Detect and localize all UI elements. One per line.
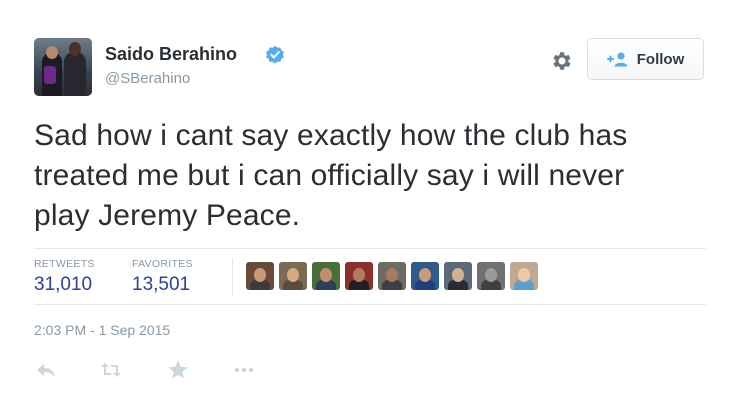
favorites-count[interactable]: 13,501 bbox=[132, 274, 190, 296]
favoriter-avatar[interactable] bbox=[378, 262, 406, 290]
favoriter-avatar[interactable] bbox=[279, 262, 307, 290]
follow-person-icon bbox=[606, 52, 628, 67]
tweet-timestamp[interactable]: 2:03 PM - 1 Sep 2015 bbox=[34, 322, 170, 338]
favoriter-avatar[interactable] bbox=[444, 262, 472, 290]
retweets-count[interactable]: 31,010 bbox=[34, 274, 92, 296]
favoriter-avatars bbox=[246, 262, 538, 292]
favoriter-avatar[interactable] bbox=[477, 262, 505, 290]
favoriter-avatar[interactable] bbox=[312, 262, 340, 290]
favorites-label[interactable]: FAVORITES bbox=[132, 258, 193, 270]
retweets-label[interactable]: RETWEETS bbox=[34, 258, 95, 270]
favorite-star-icon[interactable] bbox=[166, 358, 190, 382]
verified-badge-icon bbox=[266, 45, 284, 64]
divider-top bbox=[34, 248, 706, 249]
divider-bottom bbox=[34, 304, 706, 305]
reply-icon[interactable] bbox=[34, 358, 58, 382]
tweet-line: treated me but i can officially say i wi… bbox=[34, 159, 625, 192]
user-avatar[interactable] bbox=[34, 38, 92, 96]
follow-button[interactable]: Follow bbox=[587, 38, 704, 80]
more-dots-icon[interactable] bbox=[232, 358, 256, 382]
user-handle[interactable]: @SBerahino bbox=[105, 70, 190, 87]
tweet-line: play Jeremy Peace. bbox=[34, 199, 301, 232]
gear-icon[interactable] bbox=[549, 49, 573, 73]
favoriter-avatar[interactable] bbox=[246, 262, 274, 290]
stats-separator bbox=[232, 258, 233, 296]
favoriter-avatar[interactable] bbox=[510, 262, 538, 290]
favoriter-avatar[interactable] bbox=[411, 262, 439, 290]
follow-button-label: Follow bbox=[636, 50, 685, 68]
favoriter-avatar[interactable] bbox=[345, 262, 373, 290]
user-name[interactable]: Saido Berahino bbox=[105, 44, 237, 65]
tweet-line: Sad how i cant say exactly how the club … bbox=[34, 119, 628, 152]
retweet-icon[interactable] bbox=[99, 358, 123, 382]
tweet-text: Sad how i cant say exactly how the club … bbox=[34, 116, 724, 236]
